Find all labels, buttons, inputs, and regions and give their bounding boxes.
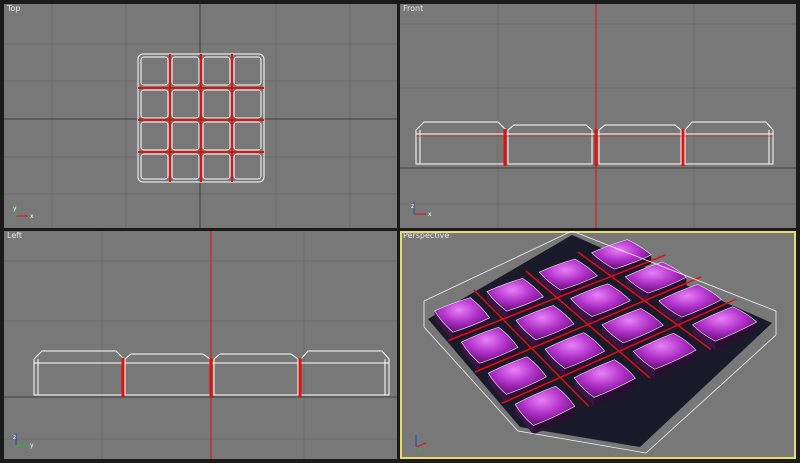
- front-view-scene: [400, 4, 796, 228]
- axis-tripod-icon: y x: [13, 204, 34, 220]
- svg-text:y: y: [30, 442, 34, 449]
- viewport-left[interactable]: Left z y: [4, 231, 397, 459]
- left-view-scene: [4, 231, 397, 459]
- viewport-label-top[interactable]: Top: [7, 4, 21, 13]
- axis-tripod-icon-left: z y: [13, 433, 34, 449]
- viewport-front[interactable]: Front z x: [400, 4, 796, 228]
- viewport-top[interactable]: Top y x: [4, 4, 397, 228]
- viewport-label-perspective[interactable]: Perspective: [403, 231, 449, 240]
- top-view-scene: [4, 4, 397, 228]
- viewport-label-left[interactable]: Left: [7, 231, 22, 240]
- svg-text:x: x: [30, 213, 34, 220]
- svg-text:z: z: [411, 203, 414, 210]
- viewport-label-front[interactable]: Front: [403, 4, 423, 13]
- axis-tripod-icon-front: z x: [411, 202, 432, 218]
- svg-text:z: z: [13, 434, 16, 441]
- axis-tripod-icon-perspective: [415, 435, 427, 452]
- svg-text:y: y: [13, 205, 17, 212]
- viewport-perspective[interactable]: Perspective: [400, 231, 796, 459]
- perspective-view-scene: [423, 231, 777, 454]
- svg-text:x: x: [428, 211, 432, 218]
